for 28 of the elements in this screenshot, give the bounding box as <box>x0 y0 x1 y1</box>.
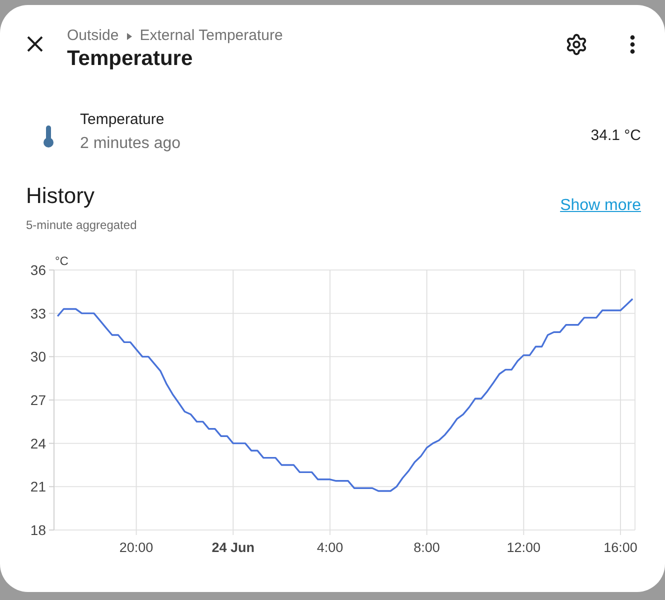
close-icon <box>27 36 43 52</box>
x-tick-label: 24 Jun <box>212 540 255 555</box>
y-tick-label: 36 <box>30 262 46 278</box>
y-tick-label: 18 <box>30 522 46 538</box>
x-tick-label: 20:00 <box>119 540 154 555</box>
thermometer-icon <box>43 125 54 148</box>
last-changed-text: 2 minutes ago <box>80 134 181 154</box>
y-tick-label: 27 <box>30 392 46 408</box>
entity-name: Temperature <box>80 110 164 130</box>
x-tick-label: 4:00 <box>316 540 344 555</box>
section-heading: History <box>26 182 94 209</box>
unit-label: °C <box>55 254 68 268</box>
y-tick-label: 30 <box>30 348 46 365</box>
breadcrumb-link[interactable]: External Temperature <box>140 27 283 45</box>
y-tick-label: 24 <box>30 435 46 452</box>
state-value: 34.1 °C <box>590 126 641 146</box>
dialog-title: Temperature <box>67 46 193 72</box>
breadcrumb-link[interactable]: Outside <box>67 27 119 45</box>
show-more-link[interactable]: Show more <box>560 196 641 216</box>
caret-icon <box>126 32 132 40</box>
y-tick-label: 21 <box>30 478 46 495</box>
x-tick-label: 12:00 <box>506 540 541 555</box>
more-options-icon <box>630 34 634 54</box>
settings-icon <box>564 32 588 56</box>
x-tick-label: 8:00 <box>414 540 440 555</box>
y-tick-label: 33 <box>30 305 46 322</box>
x-tick-label: 16:00 <box>604 540 638 555</box>
section-subtitle: 5-minute aggregated <box>26 217 137 233</box>
